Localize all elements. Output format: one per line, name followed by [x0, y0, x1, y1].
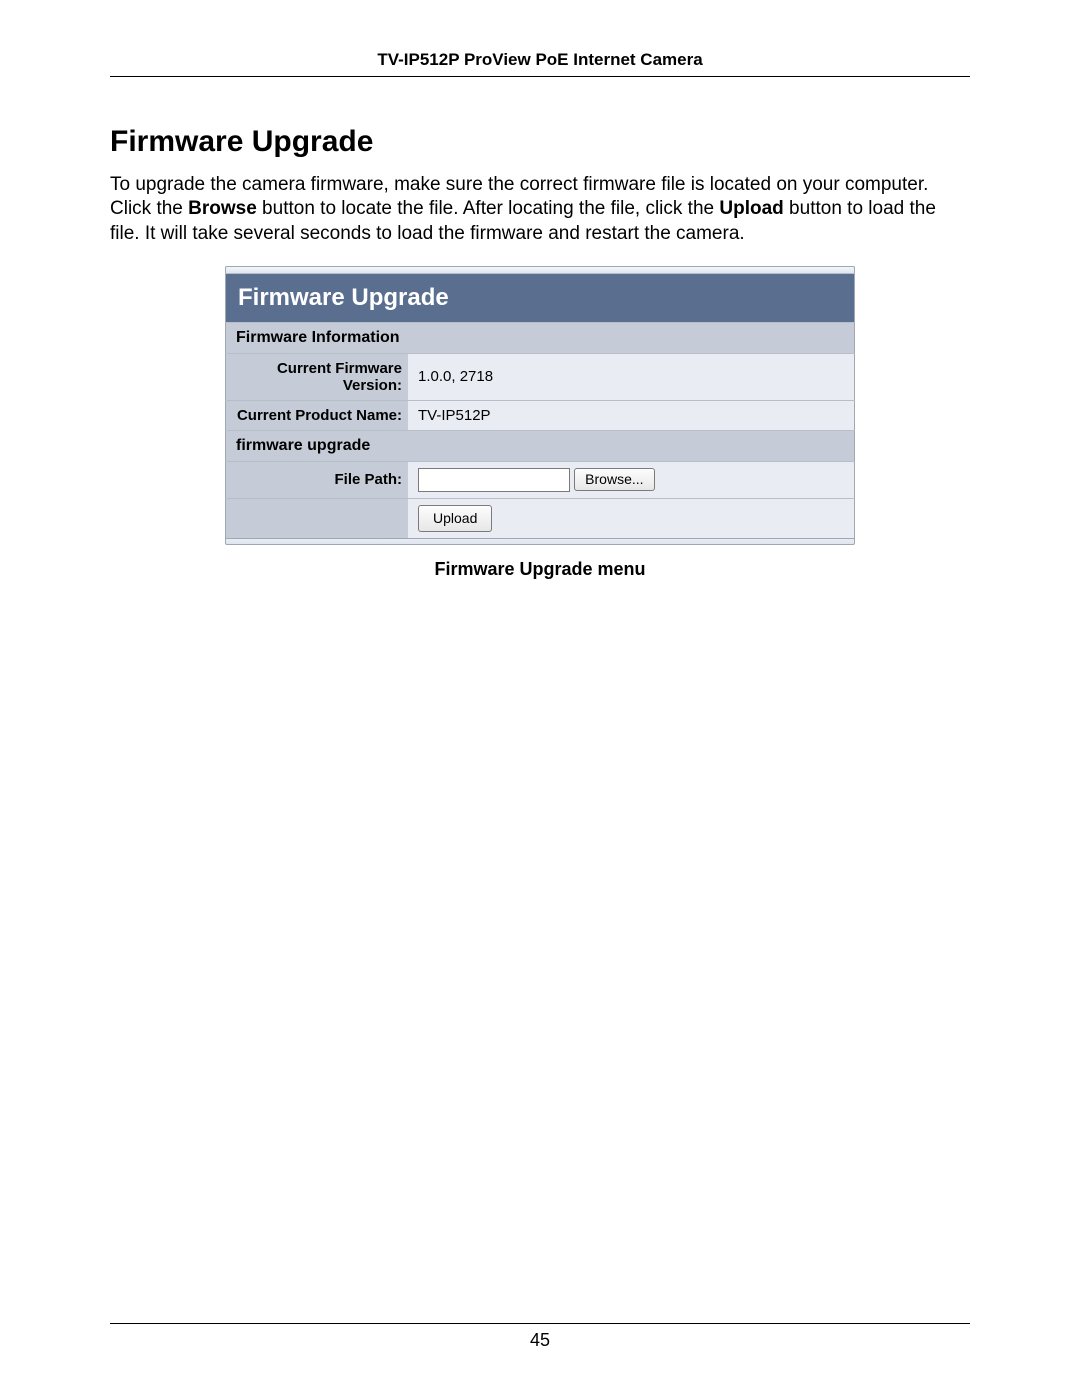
panel-top-bar — [225, 266, 855, 273]
firmware-table: Firmware Upgrade Firmware Information Cu… — [225, 273, 855, 539]
product-value: TV-IP512P — [408, 400, 855, 430]
file-path-label: File Path: — [226, 461, 409, 498]
header-rule — [110, 76, 970, 77]
section-heading: Firmware Upgrade — [110, 125, 970, 159]
page-number: 45 — [110, 1330, 970, 1351]
para-text-c: button to locate the file. After locatin… — [257, 198, 720, 219]
figure-caption: Firmware Upgrade menu — [110, 559, 970, 580]
para-bold-browse: Browse — [188, 198, 257, 219]
upload-button[interactable]: Upload — [418, 505, 492, 532]
panel-bottom-bar — [225, 539, 855, 545]
firmware-panel: Firmware Upgrade Firmware Information Cu… — [225, 266, 855, 545]
firmware-info-section: Firmware Information — [226, 322, 855, 353]
running-header: TV-IP512P ProView PoE Internet Camera — [110, 50, 970, 76]
version-value: 1.0.0, 2718 — [408, 353, 855, 400]
intro-paragraph: To upgrade the camera firmware, make sur… — [110, 173, 970, 246]
para-bold-upload: Upload — [719, 198, 783, 219]
product-label: Current Product Name: — [226, 400, 409, 430]
file-path-input[interactable] — [418, 468, 570, 492]
footer-rule — [110, 1323, 970, 1324]
version-label: Current Firmware Version: — [226, 353, 409, 400]
upload-row-spacer — [226, 498, 409, 538]
page-footer: 45 — [110, 1323, 970, 1351]
panel-title: Firmware Upgrade — [226, 273, 855, 322]
firmware-upgrade-section: firmware upgrade — [226, 430, 855, 461]
browse-button[interactable]: Browse... — [574, 468, 654, 491]
